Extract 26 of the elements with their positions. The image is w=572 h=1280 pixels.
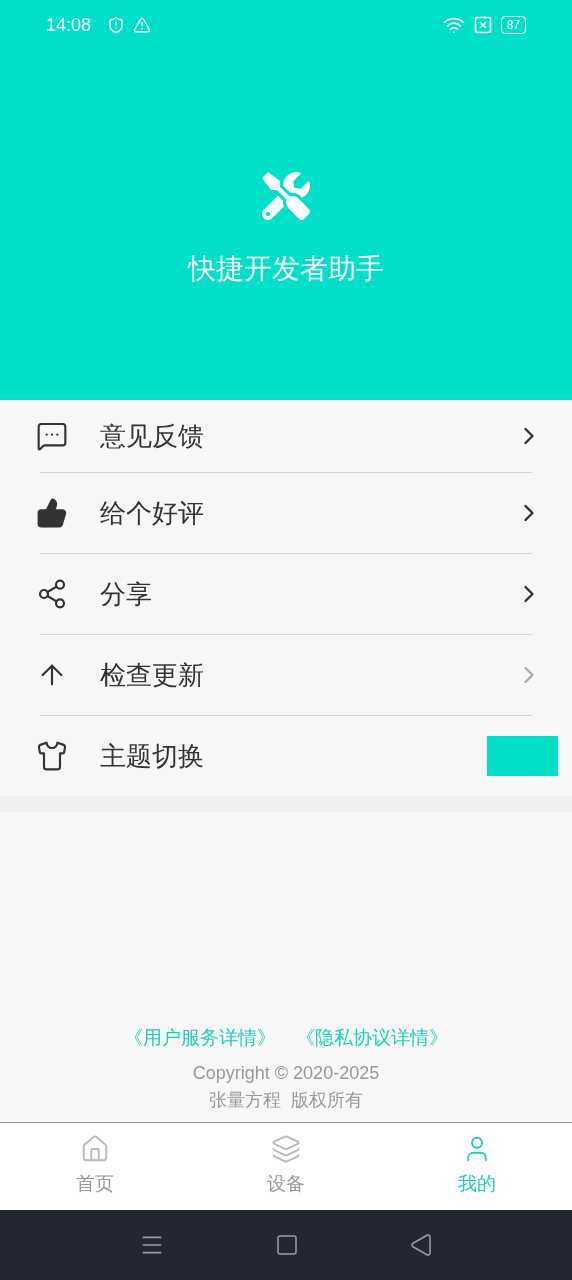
menu-label: 检查更新 (100, 658, 205, 692)
menu-item[interactable]: 主题切换 (0, 716, 572, 796)
share-icon (36, 578, 68, 610)
sim-icon (472, 15, 493, 35)
status-time: 14:08 (46, 13, 92, 37)
menu-label: 分享 (100, 577, 153, 611)
app-title: 快捷开发者助手 (188, 252, 384, 286)
menu-label: 意见反馈 (100, 419, 205, 453)
theme-swatch[interactable] (487, 736, 558, 776)
menu-item[interactable]: 意见反馈 (0, 400, 572, 472)
owner-text: 张量方程 版权所有 (209, 1089, 363, 1112)
shirt-icon (36, 740, 68, 772)
thumbs-up-icon (36, 497, 68, 529)
menu-item[interactable]: 分享 (0, 554, 572, 634)
menu-label: 给个好评 (100, 496, 205, 530)
chat-bubble-icon (36, 420, 68, 452)
shield-icon (107, 16, 126, 34)
battery-icon: 87 (500, 16, 526, 34)
back-icon[interactable] (409, 1233, 433, 1257)
layers-icon (271, 1134, 301, 1165)
copyright-text: Copyright © 2020-2025 (192, 1062, 380, 1085)
menu-label: 主题切换 (100, 739, 205, 773)
home-button-icon[interactable] (275, 1233, 299, 1257)
tools-icon (262, 172, 310, 220)
menu-item[interactable]: 给个好评 (0, 473, 572, 553)
warning-icon (133, 16, 152, 34)
